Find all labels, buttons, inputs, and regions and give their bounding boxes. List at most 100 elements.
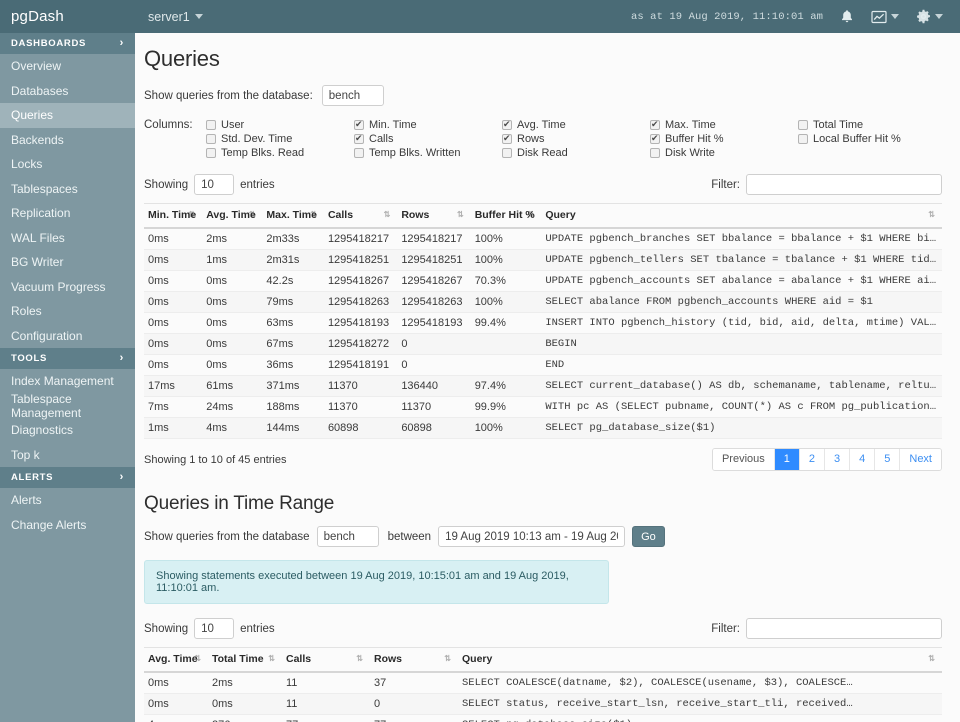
cell-query[interactable]: END — [541, 354, 942, 376]
cell-query[interactable]: INSERT INTO pgbench_history (tid, bid, a… — [541, 312, 942, 334]
sidebar-item-overview[interactable]: Overview — [0, 54, 135, 79]
sidebar-item-replication[interactable]: Replication — [0, 201, 135, 226]
entries-input[interactable] — [194, 618, 235, 639]
cell-query[interactable]: UPDATE pgbench_branches SET bbalance = b… — [541, 228, 942, 250]
table-cell: 100% — [470, 417, 542, 439]
table-cell: 2m33s — [262, 228, 324, 250]
filter-input[interactable] — [746, 618, 942, 639]
table-cell: 100% — [470, 228, 542, 250]
checkbox-max-time[interactable]: Max. Time — [650, 118, 794, 132]
sidebar-item-index-management[interactable]: Index Management — [0, 369, 135, 394]
cell-query[interactable]: UPDATE pgbench_accounts SET abalance = a… — [541, 270, 942, 292]
cell-query[interactable]: SELECT status, receive_start_lsn, receiv… — [458, 693, 942, 715]
pagination-page-2[interactable]: 2 — [799, 449, 825, 470]
table-cell: 0ms — [144, 249, 203, 271]
cell-query[interactable]: WITH pc AS (SELECT pubname, COUNT(*) AS … — [541, 396, 942, 418]
th-label: Max. Time — [266, 209, 317, 221]
database-input[interactable] — [321, 85, 384, 106]
th-avg-time[interactable]: ⇅ Avg. Time — [144, 647, 208, 673]
checkbox-avg-time[interactable]: Avg. Time — [502, 118, 646, 132]
cell-query[interactable]: SELECT current_database() AS db, scheman… — [541, 375, 942, 397]
sidebar-item-bg-writer[interactable]: BG Writer — [0, 250, 135, 275]
checkbox-temp-blks-read[interactable]: Temp Blks. Read — [206, 146, 350, 160]
filter-input[interactable] — [746, 174, 942, 195]
queries-pagination: Previous 1 2 3 4 5 Next — [711, 448, 942, 471]
checkbox-min-time[interactable]: Min. Time — [354, 118, 498, 132]
pagination-page-5[interactable]: 5 — [875, 449, 901, 470]
cell-query[interactable]: SELECT abalance FROM pgbench_accounts WH… — [541, 291, 942, 313]
checkbox-temp-blks-written[interactable]: Temp Blks. Written — [354, 146, 498, 160]
th-max-time[interactable]: ⇅ Max. Time — [262, 203, 324, 229]
pagination-previous[interactable]: Previous — [712, 449, 775, 470]
th-label: Avg. Time — [148, 653, 198, 665]
sort-icon: ⇅ — [928, 654, 935, 663]
sidebar-item-wal-files[interactable]: WAL Files — [0, 226, 135, 251]
sidebar-item-databases[interactable]: Databases — [0, 79, 135, 104]
checkbox-std-dev-time[interactable]: Std. Dev. Time — [206, 132, 350, 146]
timerange-table-head: ⇅ Avg. Time ⇅ Total Time ⇅ Calls ⇅ Rows ⇅ Que… — [144, 647, 942, 673]
sidebar-item-vacuum-progress[interactable]: Vacuum Progress — [0, 275, 135, 300]
sidebar-group-alerts[interactable]: ALERTS › — [0, 467, 135, 488]
chart-menu[interactable] — [871, 10, 899, 24]
sidebar-item-diagnostics[interactable]: Diagnostics — [0, 418, 135, 443]
cell-query[interactable]: SELECT pg_database_size($1) — [458, 714, 942, 722]
checkbox-disk-write[interactable]: Disk Write — [650, 146, 794, 160]
pagination-page-4[interactable]: 4 — [850, 449, 876, 470]
th-avg-time[interactable]: ⇅ Avg. Time — [202, 203, 263, 229]
th-calls[interactable]: ⇅ Calls — [282, 647, 370, 673]
sidebar-item-tablespaces[interactable]: Tablespaces — [0, 177, 135, 202]
sidebar-item-backends[interactable]: Backends — [0, 128, 135, 153]
sidebar-item-label: Tablespaces — [11, 181, 78, 196]
th-query[interactable]: ⇅ Query — [541, 203, 942, 229]
checkbox-total-time[interactable]: Total Time — [798, 118, 942, 132]
gear-menu[interactable] — [916, 9, 943, 24]
checkbox-local-buffer-hit-pct[interactable]: Local Buffer Hit % — [798, 132, 942, 146]
table-cell: 1295418272 — [323, 333, 398, 355]
sidebar-item-locks[interactable]: Locks — [0, 152, 135, 177]
checkbox-user[interactable]: User — [206, 118, 350, 132]
th-min-time[interactable]: ⇅ Min. Time — [144, 203, 203, 229]
sidebar-item-tablespace-management[interactable]: Tablespace Management — [0, 392, 135, 420]
table-cell: 2ms — [208, 672, 282, 694]
th-rows[interactable]: ⇅ Rows — [370, 647, 458, 673]
sidebar-group-tools[interactable]: TOOLS › — [0, 348, 135, 369]
cell-query[interactable]: BEGIN — [541, 333, 942, 355]
sidebar-item-configuration[interactable]: Configuration — [0, 324, 135, 349]
cell-query[interactable]: SELECT COALESCE(datname, $2), COALESCE(u… — [458, 672, 942, 694]
chevron-right-icon: › — [119, 352, 124, 364]
go-button[interactable]: Go — [632, 526, 665, 547]
sidebar-item-alerts[interactable]: Alerts — [0, 488, 135, 513]
table-cell: 276ms — [208, 714, 282, 722]
cell-query[interactable]: SELECT pg_database_size($1) — [541, 417, 942, 439]
checkbox-box — [354, 148, 364, 158]
entries-input[interactable] — [194, 174, 235, 195]
sidebar-group-dashboards[interactable]: DASHBOARDS › — [0, 33, 135, 54]
sidebar-item-top-k[interactable]: Top k — [0, 443, 135, 468]
sidebar-item-roles[interactable]: Roles — [0, 299, 135, 324]
time-range-database-input[interactable] — [316, 526, 379, 547]
checkbox-buffer-hit-pct[interactable]: Buffer Hit % — [650, 132, 794, 146]
th-total-time[interactable]: ⇅ Total Time — [208, 647, 282, 673]
cell-query[interactable]: UPDATE pgbench_tellers SET tbalance = tb… — [541, 249, 942, 271]
th-query[interactable]: ⇅ Query — [458, 647, 942, 673]
checkbox-calls[interactable]: Calls — [354, 132, 498, 146]
checkbox-disk-read[interactable]: Disk Read — [502, 146, 646, 160]
sidebar-item-change-alerts[interactable]: Change Alerts — [0, 513, 135, 538]
server-selector[interactable]: server1 — [148, 10, 203, 24]
table-cell: 0ms — [202, 312, 263, 334]
pagination-next[interactable]: Next — [900, 449, 941, 470]
sidebar-item-queries[interactable]: Queries — [0, 103, 135, 128]
date-range-input[interactable] — [438, 526, 626, 547]
pagination-page-3[interactable]: 3 — [825, 449, 851, 470]
top-bar-actions: as at 19 Aug 2019, 11:10:01 am — [631, 9, 960, 24]
checkbox-box — [354, 119, 364, 130]
checkbox-label: Local Buffer Hit % — [813, 133, 901, 145]
brand-logo[interactable]: pgDash — [0, 8, 135, 25]
th-buffer-hit-pct[interactable]: ⇅ Buffer Hit % — [470, 203, 542, 229]
th-rows[interactable]: ⇅ Rows — [397, 203, 471, 229]
pagination-page-1[interactable]: 1 — [774, 449, 800, 470]
bell-icon[interactable] — [840, 9, 854, 24]
table-cell: 24ms — [202, 396, 263, 418]
checkbox-rows[interactable]: Rows — [502, 132, 646, 146]
th-calls[interactable]: ⇅ Calls — [323, 203, 398, 229]
